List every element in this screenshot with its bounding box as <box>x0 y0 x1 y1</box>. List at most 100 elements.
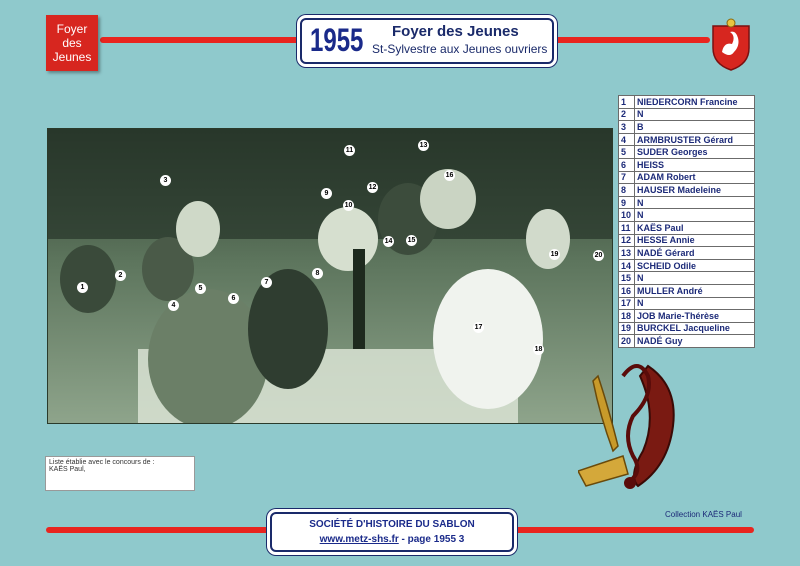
person-number: 16 <box>618 283 635 298</box>
person-name: NADÉ Guy <box>634 334 755 348</box>
table-row: 5 SUDER Georges <box>618 145 755 159</box>
photo-marker-19: 19 <box>549 249 560 260</box>
website-link[interactable]: www.metz-shs.fr <box>320 534 399 545</box>
person-name: ARMBRUSTER Gérard <box>634 132 755 147</box>
table-row: 10 N <box>618 208 755 222</box>
photo-marker-1: 1 <box>77 282 88 293</box>
header-rule-right <box>552 37 710 43</box>
photo-marker-10: 10 <box>343 200 354 211</box>
photo-marker-7: 7 <box>261 277 272 288</box>
person-name: N <box>634 195 755 210</box>
person-name: HESSE Annie <box>634 233 755 248</box>
page-title: Foyer des Jeunes <box>392 23 519 40</box>
photo-marker-18: 18 <box>533 344 544 355</box>
person-number: 15 <box>618 271 635 285</box>
photo-marker-16: 16 <box>444 170 455 181</box>
person-name: N <box>634 296 755 311</box>
page-number: - page 1955 3 <box>398 534 465 545</box>
musical-instruments-icon <box>578 364 675 489</box>
person-number: 9 <box>618 195 635 210</box>
person-number: 18 <box>618 309 635 323</box>
group-photo: 1 2 3 4 5 6 7 8 9 10 11 12 13 14 15 16 1… <box>47 128 613 424</box>
table-row: 7 ADAM Robert <box>618 170 755 185</box>
person-number: 1 <box>618 95 635 109</box>
person-name: N <box>634 271 755 285</box>
person-number: 5 <box>618 145 635 159</box>
table-row: 9N <box>618 195 755 210</box>
photo-marker-4: 4 <box>168 300 179 311</box>
header-box: 1955 Foyer des Jeunes St-Sylvestre aux J… <box>300 18 554 64</box>
person-name: NADÉ Gérard <box>634 246 755 260</box>
table-row: 3B <box>618 120 755 134</box>
footer-box: SOCIÉTÉ D'HISTOIRE DU SABLON www.metz-sh… <box>270 512 514 552</box>
table-row: 1 NIEDERCORN Francine <box>618 95 755 109</box>
table-row: 19 BURCKEL Jacqueline <box>618 321 755 336</box>
table-row: 4 ARMBRUSTER Gérard <box>618 132 755 147</box>
person-number: 2 <box>618 107 635 122</box>
person-name: HAUSER Madeleine <box>634 183 755 197</box>
badge-line-1: Foyer <box>56 22 88 36</box>
person-number: 4 <box>618 132 635 147</box>
person-name: BURCKEL Jacqueline <box>634 321 755 336</box>
person-name: B <box>634 120 755 134</box>
photo-marker-2: 2 <box>115 270 126 281</box>
badge-line-2: des <box>62 36 82 50</box>
person-name: N <box>634 107 755 122</box>
photo-marker-20: 20 <box>593 250 604 261</box>
photo-marker-12: 12 <box>367 182 378 193</box>
table-row: 11 KAËS Paul <box>618 220 755 235</box>
society-name: SOCIÉTÉ D'HISTOIRE DU SABLON <box>309 519 475 530</box>
table-row: 15 N <box>618 271 755 285</box>
badge-line-3: Jeunes <box>52 50 92 64</box>
photo-marker-6: 6 <box>228 293 239 304</box>
person-name: SUDER Georges <box>634 145 755 159</box>
photo-marker-9: 9 <box>321 188 332 199</box>
table-row: 12 HESSE Annie <box>618 233 755 248</box>
person-number: 14 <box>618 258 635 273</box>
person-name: SCHEID Odile <box>634 258 755 273</box>
table-row: 2N <box>618 107 755 122</box>
person-name: MULLER André <box>634 283 755 298</box>
credit-line-1: Liste établie avec le concours de : <box>49 459 155 466</box>
person-name: NIEDERCORN Francine <box>634 95 755 109</box>
photo-marker-15: 15 <box>406 235 417 246</box>
photo-marker-3: 3 <box>160 175 171 186</box>
person-number: 20 <box>618 334 635 348</box>
collection-label: Collection KAËS Paul <box>665 510 742 519</box>
person-number: 19 <box>618 321 635 336</box>
person-number: 17 <box>618 296 635 311</box>
footer-link-line: www.metz-shs.fr - page 1955 3 <box>272 532 512 547</box>
person-number: 11 <box>618 220 635 235</box>
person-number: 12 <box>618 233 635 248</box>
person-number: 7 <box>618 170 635 185</box>
coat-of-arms-icon <box>712 18 750 71</box>
header-rule-left <box>100 37 300 43</box>
table-row: 20 NADÉ Guy <box>618 334 755 348</box>
person-number: 6 <box>618 157 635 172</box>
person-name: KAËS Paul <box>634 220 755 235</box>
person-name: ADAM Robert <box>634 170 755 185</box>
photo-marker-13: 13 <box>418 140 429 151</box>
credit-box: Liste établie avec le concours de : KAËS… <box>45 456 195 491</box>
year-label: 1955 <box>310 22 364 58</box>
table-row: 6 HEISS <box>618 157 755 172</box>
photo-marker-5: 5 <box>195 283 206 294</box>
table-row: 17 N <box>618 296 755 311</box>
photo-marker-17: 17 <box>473 322 484 333</box>
person-number: 8 <box>618 183 635 197</box>
person-number: 3 <box>618 120 635 134</box>
person-name: HEISS <box>634 157 755 172</box>
footer-rule-right <box>512 527 754 533</box>
person-name: JOB Marie-Thérèse <box>634 309 755 323</box>
photo-marker-8: 8 <box>312 268 323 279</box>
photo-marker-11: 11 <box>344 145 355 156</box>
table-row: 8 HAUSER Madeleine <box>618 183 755 197</box>
table-row: 13 NADÉ Gérard <box>618 246 755 260</box>
page-subtitle: St-Sylvestre aux Jeunes ouvriers <box>372 42 548 56</box>
person-name: N <box>634 208 755 222</box>
people-list: 1 NIEDERCORN Francine 2 N 3 B 4 ARMBRUSTER Géra… <box>618 95 755 348</box>
table-row: 14 SCHEID Odile <box>618 258 755 273</box>
table-row: 16 MULLER André <box>618 283 755 298</box>
person-number: 13 <box>618 246 635 260</box>
table-row: 18 JOB Marie-Thérèse <box>618 309 755 323</box>
